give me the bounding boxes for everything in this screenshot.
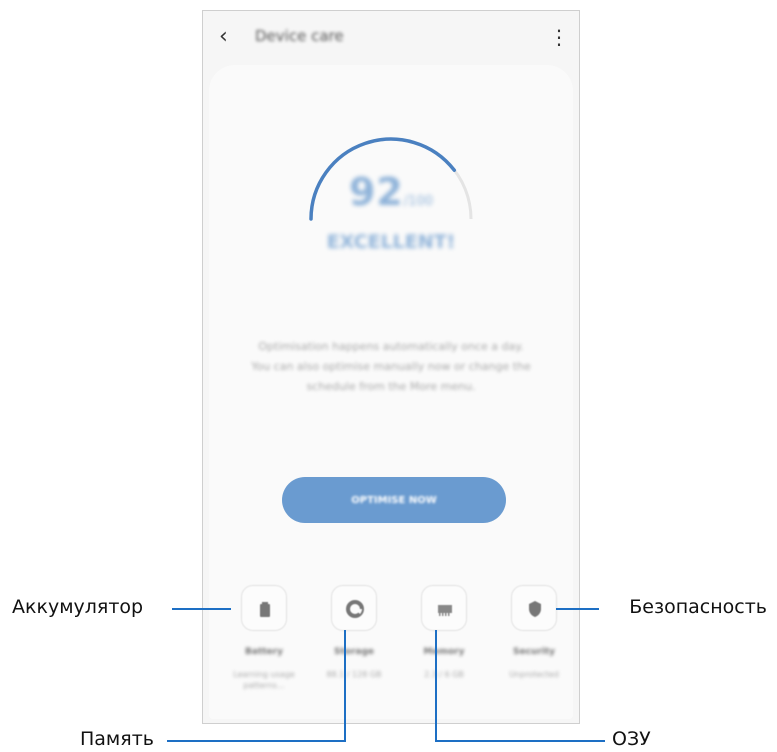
callout-line-storage-h: [167, 740, 346, 742]
callout-memory: ОЗУ: [612, 728, 651, 750]
storage-icon-button[interactable]: [331, 585, 377, 631]
score-max: /100: [403, 194, 434, 209]
callout-line-storage-v: [344, 630, 346, 742]
security-icon-button[interactable]: [511, 585, 557, 631]
callout-security: Безопасность: [629, 596, 767, 618]
back-arrow-icon[interactable]: ‹: [219, 23, 243, 51]
storage-tile[interactable]: Storage 88.1 / 128 GB: [309, 585, 399, 705]
storage-status: 88.1 / 128 GB: [326, 670, 382, 679]
callout-line-security: [556, 608, 599, 610]
battery-label: Battery: [245, 647, 283, 657]
memory-icon: [438, 605, 452, 616]
battery-icon-button[interactable]: [241, 585, 287, 631]
memory-tile[interactable]: Memory 2.3 / 6 GB: [399, 585, 489, 705]
storage-label: Storage: [333, 647, 375, 657]
security-label: Security: [512, 647, 556, 657]
description-line: Optimisation happens automatically once …: [258, 340, 524, 353]
score-rating: EXCELLENT!: [326, 231, 456, 253]
description-line: You can also optimise manually now or ch…: [251, 360, 531, 373]
callout-line-memory-h: [435, 740, 605, 742]
callout-storage: Память: [80, 728, 154, 750]
shield-icon: [529, 601, 541, 617]
more-vert-icon[interactable]: ⋮: [549, 23, 569, 51]
callout-battery: Аккумулятор: [12, 596, 144, 618]
phone-screen: ‹ Device care ⋮ 92/100 EXCELLENT! Optimi…: [202, 10, 580, 724]
battery-tile[interactable]: Battery Learning usage patterns...: [219, 585, 309, 705]
score-display: 92/100: [209, 170, 573, 214]
callout-line-memory-v: [435, 630, 437, 742]
callout-line-battery: [172, 608, 231, 610]
battery-icon: [260, 602, 270, 617]
score-value: 92: [348, 170, 404, 214]
security-tile[interactable]: Security Unprotected: [489, 585, 579, 705]
optimization-description: Optimisation happens automatically once …: [239, 337, 543, 397]
optimize-now-label: OPTIMISE NOW: [351, 495, 437, 506]
device-care-card: 92/100 EXCELLENT! Optimisation happens a…: [209, 65, 573, 719]
memory-status: 2.3 / 6 GB: [424, 670, 464, 679]
memory-icon-button[interactable]: [421, 585, 467, 631]
memory-label: Memory: [423, 647, 465, 657]
app-title: Device care: [255, 27, 344, 45]
app-bar: ‹ Device care ⋮: [203, 11, 579, 65]
optimize-now-button[interactable]: OPTIMISE NOW: [282, 477, 506, 523]
security-status: Unprotected: [509, 670, 559, 679]
description-line: schedule from the More menu.: [306, 380, 476, 393]
battery-status: Learning usage patterns...: [233, 670, 295, 690]
storage-icon: [346, 600, 364, 618]
